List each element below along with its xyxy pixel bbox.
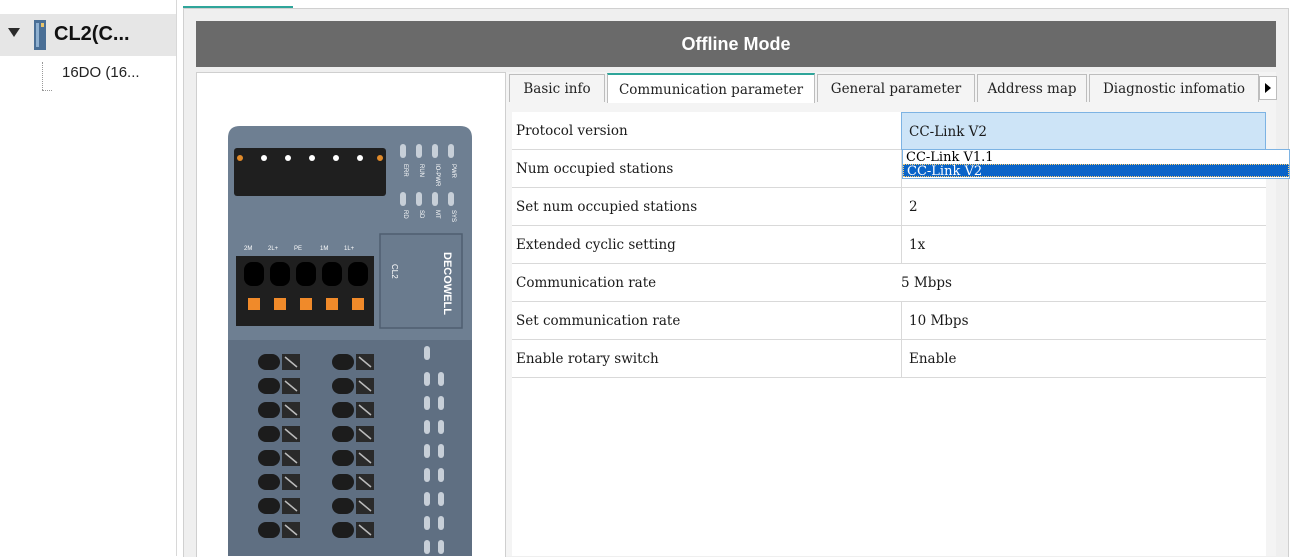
terminal-label: 2M (244, 246, 252, 252)
param-row-protocol-version: Protocol version CC-Link V2 (512, 112, 1266, 150)
tree-connector (42, 90, 52, 92)
param-row-set-communication-rate: Set communication rate 10 Mbps (512, 302, 1266, 340)
project-tree: CL2(C... 16DO (16... (0, 0, 177, 556)
tree-node-root[interactable]: CL2(C... (0, 14, 176, 56)
frame-tab-indicator (183, 6, 293, 8)
terminal-label: 2L+ (268, 246, 279, 252)
param-name: Communication rate (516, 275, 657, 291)
tab-communication-parameter[interactable]: Communication parameter (607, 73, 815, 103)
tree-node-child[interactable]: 16DO (16... (62, 64, 140, 81)
protocol-version-dropdown[interactable]: CC-Link V1.1 CC-Link V2 (902, 149, 1290, 179)
device-icon (34, 20, 46, 50)
param-row-extended-cyclic-setting: Extended cyclic setting 1x (512, 226, 1266, 264)
page-title: Offline Mode (196, 21, 1276, 67)
param-row-communication-rate: Communication rate 5 Mbps (512, 264, 1266, 302)
param-name: Enable rotary switch (516, 351, 659, 367)
led-label: IO-PWR (434, 164, 440, 187)
device-model: CL2 (390, 264, 399, 279)
param-name: Set num occupied stations (516, 199, 698, 215)
tree-root-label: CL2(C... (54, 23, 130, 45)
device-illustration: ERR RUN IO-PWR PWR RD SD MT SYS 2M 2L+ P… (228, 126, 472, 556)
param-row-enable-rotary-switch: Enable rotary switch Enable (512, 340, 1266, 378)
param-name: Extended cyclic setting (516, 237, 676, 253)
tree-connector (42, 62, 44, 90)
tab-address-map[interactable]: Address map (977, 74, 1087, 102)
led-label: SYS (450, 210, 456, 222)
tab-general-parameter[interactable]: General parameter (817, 74, 975, 102)
param-name: Set communication rate (516, 313, 681, 329)
led-label: SD (418, 210, 424, 219)
led-label: ERR (402, 164, 408, 177)
led-label: RUN (418, 164, 424, 177)
led-label: MT (434, 210, 440, 219)
led-label: PWR (450, 164, 456, 179)
param-name: Protocol version (516, 123, 628, 139)
param-row-set-num-occupied-stations: Set num occupied stations 2 (512, 188, 1266, 226)
terminal-label: 1L+ (344, 246, 355, 252)
param-value-input[interactable]: 2 (901, 188, 1266, 226)
param-name: Num occupied stations (516, 161, 674, 177)
param-value: 5 Mbps (901, 275, 952, 291)
param-value-input[interactable]: 1x (901, 226, 1266, 264)
tab-basic-info[interactable]: Basic info (509, 74, 605, 102)
dropdown-option-selected[interactable]: CC-Link V2 (903, 164, 1289, 178)
power-connector (234, 148, 386, 196)
tab-scroll-right-button[interactable] (1259, 76, 1277, 100)
param-value-input[interactable]: Enable (901, 340, 1266, 378)
terminal-label: 1M (320, 246, 328, 252)
terminal-label: PE (294, 246, 302, 252)
expand-arrow-icon[interactable] (8, 28, 20, 37)
device-brand: DECOWELL (441, 252, 453, 315)
chevron-right-icon (1265, 83, 1271, 93)
param-value-input[interactable]: 10 Mbps (901, 302, 1266, 340)
led-label: RD (402, 210, 408, 219)
dropdown-option[interactable]: CC-Link V1.1 (903, 151, 1289, 164)
tab-diagnostic-information[interactable]: Diagnostic infomatio (1089, 74, 1259, 102)
param-value-select[interactable]: CC-Link V2 (901, 112, 1266, 150)
